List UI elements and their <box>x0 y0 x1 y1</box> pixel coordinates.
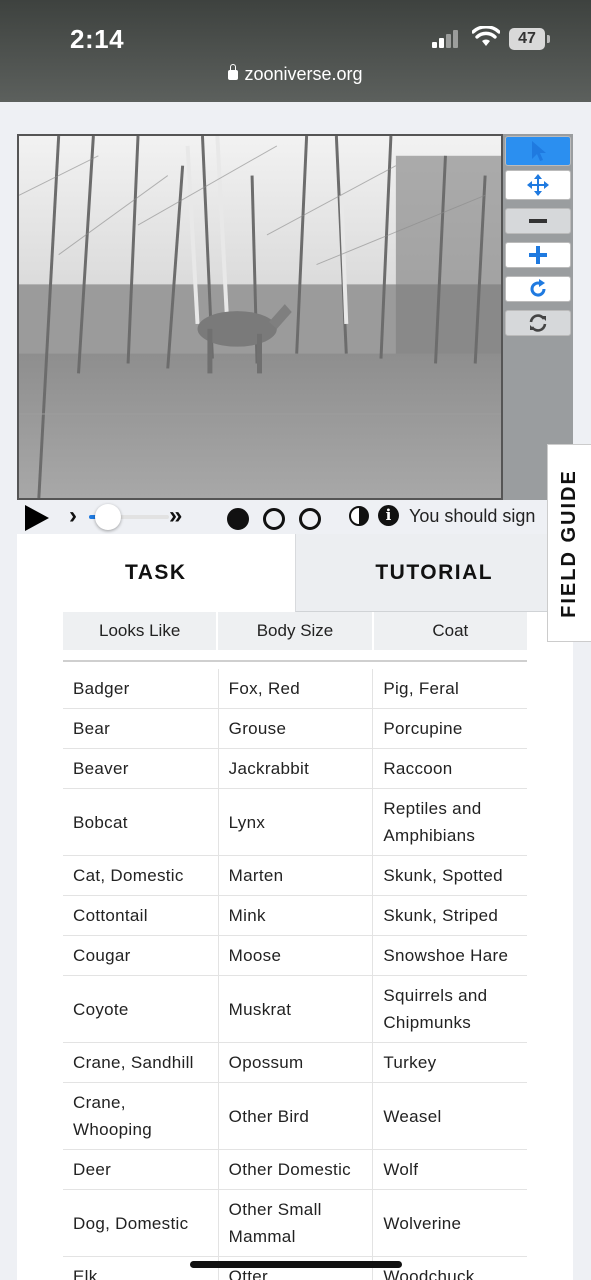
skip-end-icon[interactable]: » <box>169 502 182 530</box>
species-choice[interactable]: Other Small Mammal <box>217 1190 373 1256</box>
info-icon[interactable]: i <box>378 505 399 526</box>
species-choice[interactable]: Jackrabbit <box>217 749 373 788</box>
url-text: zooniverse.org <box>244 64 363 84</box>
species-row: Coyote Muskrat Squirrels and Chipmunks <box>63 976 527 1043</box>
pointer-icon <box>532 141 546 161</box>
species-choice[interactable]: Skunk, Striped <box>372 896 527 935</box>
species-choice[interactable]: Crane, Whooping <box>63 1083 218 1149</box>
species-row: Badger Fox, Red Pig, Feral <box>63 669 527 709</box>
species-choice[interactable]: Turkey <box>372 1043 527 1082</box>
species-choice[interactable]: Moose <box>217 936 373 975</box>
battery-icon: 47 <box>509 28 545 50</box>
subject-image <box>19 136 501 498</box>
species-choice[interactable]: Raccoon <box>372 749 527 788</box>
species-choice[interactable]: Grouse <box>217 709 373 748</box>
species-row: Dog, Domestic Other Small Mammal Wolverine <box>63 1190 527 1257</box>
cellular-signal-icon <box>432 30 462 48</box>
species-choice[interactable]: Beaver <box>63 749 218 788</box>
zoom-out-icon <box>529 219 547 223</box>
status-time: 2:14 <box>70 24 125 54</box>
species-choice[interactable]: Fox, Red <box>217 669 373 708</box>
battery-tip <box>547 35 550 43</box>
species-choice[interactable]: Marten <box>217 856 373 895</box>
tab-task[interactable]: TASK <box>17 534 295 612</box>
species-row: Cat, Domestic Marten Skunk, Spotted <box>63 856 527 896</box>
species-choice[interactable]: Reptiles and Amphibians <box>372 789 527 855</box>
species-row: Bear Grouse Porcupine <box>63 709 527 749</box>
rotate-button[interactable] <box>505 276 571 302</box>
species-choice[interactable]: Opossum <box>217 1043 373 1082</box>
reset-icon <box>529 314 547 332</box>
lock-icon <box>228 64 239 80</box>
species-filters: Looks Like Body Size Coat <box>63 612 527 662</box>
step-forward-icon[interactable]: › <box>69 502 77 530</box>
tab-bar: TASK TUTORIAL <box>17 534 573 612</box>
species-row: Crane, Whooping Other Bird Weasel <box>63 1083 527 1150</box>
species-choice[interactable]: Snowshoe Hare <box>372 936 527 975</box>
move-icon <box>527 174 549 196</box>
frame-slider-thumb[interactable] <box>95 504 121 530</box>
filter-looks-like[interactable]: Looks Like <box>63 612 217 650</box>
species-choice[interactable]: Coyote <box>63 976 218 1042</box>
move-tool-button[interactable] <box>505 170 571 200</box>
home-indicator <box>190 1261 402 1268</box>
species-row: Deer Other Domestic Wolf <box>63 1150 527 1190</box>
species-choice[interactable]: Dog, Domestic <box>63 1190 218 1256</box>
species-row: Crane, Sandhill Opossum Turkey <box>63 1043 527 1083</box>
filter-body-size[interactable]: Body Size <box>218 612 372 650</box>
species-choice[interactable]: Skunk, Spotted <box>372 856 527 895</box>
species-choice[interactable]: Weasel <box>372 1083 527 1149</box>
subject-viewer[interactable] <box>17 134 503 500</box>
species-choice[interactable]: Deer <box>63 1150 218 1189</box>
species-choice[interactable]: Other Domestic <box>217 1150 373 1189</box>
tab-tutorial[interactable]: TUTORIAL <box>294 534 573 612</box>
browser-header: 2:14 47 zooniverse.org <box>0 0 591 102</box>
species-row: Bobcat Lynx Reptiles and Amphibians <box>63 789 527 856</box>
species-choice[interactable]: Muskrat <box>217 976 373 1042</box>
species-choice[interactable]: Bobcat <box>63 789 218 855</box>
field-guide-label: FIELD GUIDE <box>558 468 581 618</box>
species-row: Beaver Jackrabbit Raccoon <box>63 749 527 789</box>
frame-dot-3[interactable] <box>299 508 321 530</box>
zoom-out-button[interactable] <box>505 208 571 234</box>
species-choice[interactable]: Cougar <box>63 936 218 975</box>
field-guide-button[interactable]: FIELD GUIDE <box>547 444 591 642</box>
frame-dot-1[interactable] <box>227 508 249 530</box>
species-choice[interactable]: Mink <box>217 896 373 935</box>
species-choice[interactable]: Wolverine <box>372 1190 527 1256</box>
species-choice[interactable]: Pig, Feral <box>372 669 527 708</box>
playback-controls: › » i You should sign <box>17 500 557 534</box>
filter-coat[interactable]: Coat <box>373 612 527 650</box>
species-choice[interactable]: Cottontail <box>63 896 218 935</box>
url-bar[interactable]: zooniverse.org <box>0 64 591 85</box>
species-choice[interactable]: Cat, Domestic <box>63 856 218 895</box>
species-choice[interactable]: Porcupine <box>372 709 527 748</box>
species-grid: Badger Fox, Red Pig, Feral Bear Grouse Porcup… <box>63 669 527 1280</box>
species-choice[interactable]: Wolf <box>372 1150 527 1189</box>
signin-notice: You should sign <box>409 506 536 526</box>
species-row: Cougar Moose Snowshoe Hare <box>63 936 527 976</box>
species-choice[interactable]: Other Bird <box>217 1083 373 1149</box>
invert-icon[interactable] <box>349 506 369 526</box>
frame-dot-2[interactable] <box>263 508 285 530</box>
species-choice[interactable]: Squirrels and Chipmunks <box>372 976 527 1042</box>
species-choice[interactable]: Crane, Sandhill <box>63 1043 218 1082</box>
species-choice[interactable]: Lynx <box>217 789 373 855</box>
species-row: Cottontail Mink Skunk, Striped <box>63 896 527 936</box>
pointer-tool-button[interactable] <box>505 136 571 166</box>
species-choice[interactable]: Bear <box>63 709 218 748</box>
play-icon[interactable] <box>25 505 49 531</box>
wifi-icon <box>472 26 500 46</box>
zoom-in-icon <box>529 246 547 264</box>
rotate-icon <box>530 279 546 297</box>
species-choice[interactable]: Badger <box>63 669 218 708</box>
reset-button[interactable] <box>505 310 571 336</box>
zoom-in-button[interactable] <box>505 242 571 268</box>
task-panel: TASK TUTORIAL Looks Like Body Size Coat … <box>17 534 573 1280</box>
